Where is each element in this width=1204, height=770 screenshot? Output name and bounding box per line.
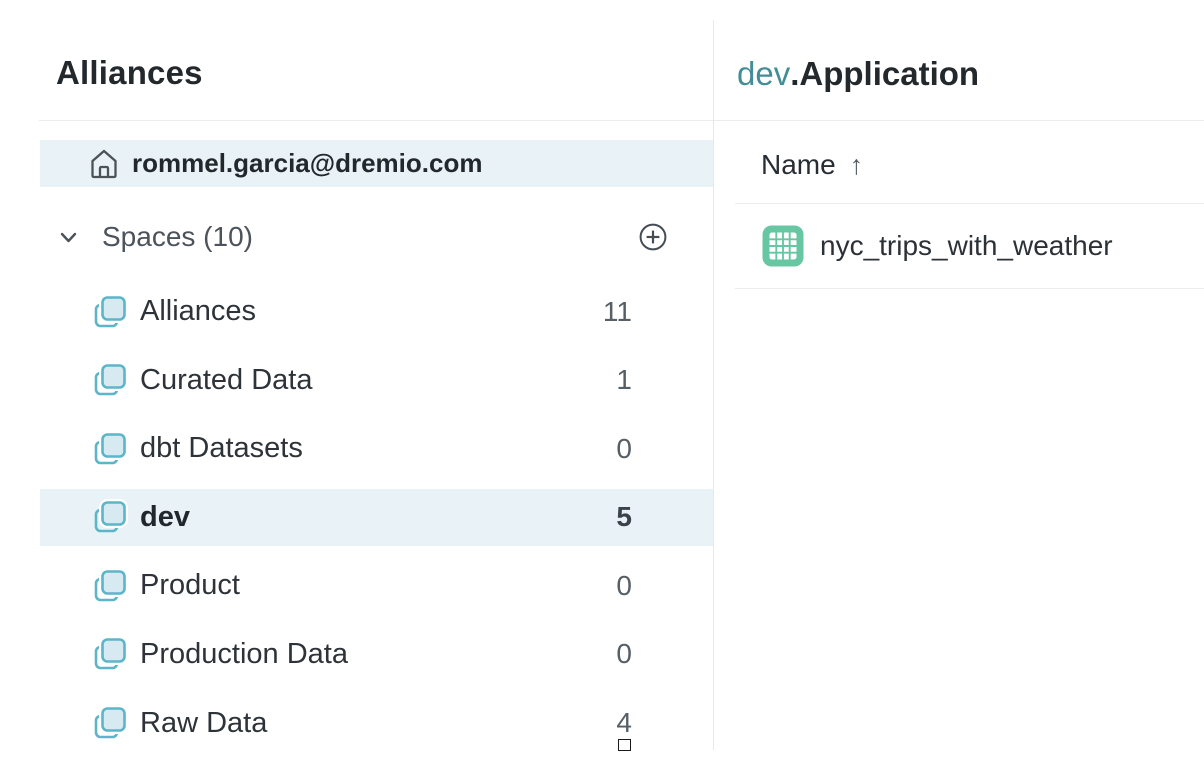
space-layers-icon <box>92 294 128 330</box>
small-square-artifact <box>618 739 631 751</box>
column-header-name[interactable]: Name ↑ <box>761 150 863 180</box>
breadcrumb-entity: Application <box>799 55 979 92</box>
spaces-list: Alliances 11 Curated Data 1 dbt Datasets… <box>0 283 713 752</box>
spaces-section-label: Spaces (10) <box>102 222 253 252</box>
sidebar-item-dev[interactable]: dev 5 <box>40 489 713 546</box>
sidebar-item-curated-data[interactable]: Curated Data 1 <box>40 352 713 409</box>
add-space-button[interactable] <box>638 222 668 252</box>
space-layers-icon <box>92 499 128 535</box>
space-layers-icon <box>92 431 128 467</box>
space-layers-icon <box>92 636 128 672</box>
breadcrumb-separator: . <box>790 55 799 92</box>
space-count: 0 <box>616 433 632 465</box>
spaces-section-header: Spaces (10) <box>0 222 713 252</box>
breadcrumb-space-link[interactable]: dev <box>737 55 790 92</box>
dataset-grid-icon <box>762 225 804 267</box>
space-count: 5 <box>616 501 632 533</box>
divider <box>735 288 1204 289</box>
sidebar-item-alliances[interactable]: Alliances 11 <box>40 283 713 340</box>
space-count: 4 <box>616 707 632 739</box>
chevron-down-icon[interactable] <box>58 227 79 248</box>
home-email: rommel.garcia@dremio.com <box>132 148 482 179</box>
sidebar-panel: Alliances rommel.garcia@dremio.com Space… <box>0 0 713 770</box>
panel-title: Alliances <box>56 54 203 92</box>
space-count: 0 <box>616 570 632 602</box>
home-icon <box>88 147 120 181</box>
space-layers-icon <box>92 568 128 604</box>
space-count: 11 <box>603 296 632 328</box>
sort-ascending-icon: ↑ <box>850 150 864 181</box>
divider <box>714 120 1204 121</box>
space-count: 1 <box>616 364 632 396</box>
dataset-name: nyc_trips_with_weather <box>820 230 1113 262</box>
space-layers-icon <box>92 705 128 741</box>
sidebar-item-product[interactable]: Product 0 <box>40 557 713 614</box>
space-count: 0 <box>616 638 632 670</box>
content-panel: dev.Application Name ↑ nyc_trips_with_we… <box>714 0 1204 770</box>
sidebar-item-production-data[interactable]: Production Data 0 <box>40 626 713 683</box>
breadcrumb: dev.Application <box>737 55 979 93</box>
sidebar-item-dbt-datasets[interactable]: dbt Datasets 0 <box>40 420 713 477</box>
sidebar-item-raw-data[interactable]: Raw Data 4 <box>40 695 713 752</box>
table-row-nyc-trips-with-weather[interactable]: nyc_trips_with_weather <box>735 204 1204 288</box>
space-layers-icon <box>92 362 128 398</box>
divider <box>39 120 713 121</box>
home-item[interactable]: rommel.garcia@dremio.com <box>40 140 713 187</box>
